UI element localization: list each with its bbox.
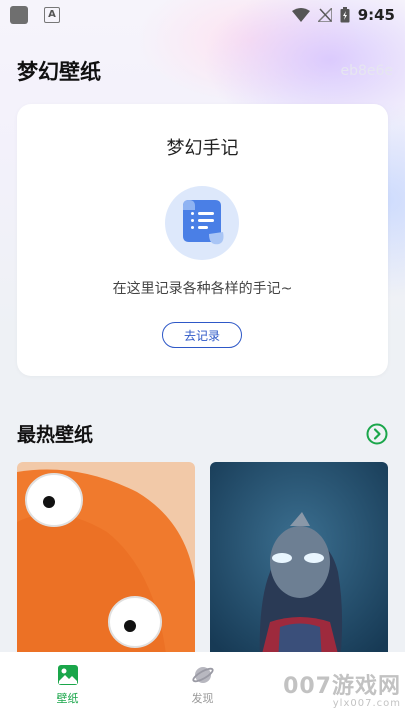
nav-label-wallpaper: 壁纸 [56,692,79,705]
scroll-note-icon [165,186,239,260]
note-card: 梦幻手记 在这里记录各种各样的手记~ 去记录 [17,104,388,376]
watermark-sub-text: ylx007.com [332,698,401,709]
keyboard-a-icon: A [44,7,60,23]
hot-wallpaper-title: 最热壁纸 [17,424,94,446]
notification-square-icon [10,6,28,24]
status-bar: A 9:45 [0,0,405,30]
nav-item-discover[interactable]: 发现 [153,664,253,706]
wifi-icon [291,8,310,22]
app-header: 梦幻壁纸 eb8e6e [17,56,393,86]
note-card-description: 在这里记录各种各样的手记~ [112,281,293,297]
battery-charging-icon [340,7,350,23]
wallpaper-thumbnail-plush[interactable] [17,462,195,662]
no-signal-icon [317,8,332,22]
page-title: 梦幻壁纸 [17,60,101,84]
note-card-title: 梦幻手记 [166,138,239,159]
discover-planet-icon [191,667,214,683]
wallpaper-thumbnail-ultraman[interactable] [210,462,388,662]
nav-item-wallpaper[interactable]: 壁纸 [18,664,118,706]
status-time: 9:45 [357,6,395,24]
site-watermark: 007游戏网 ylx007.com [283,668,401,709]
nav-label-discover: 发现 [191,692,214,705]
arrow-right-circle-icon[interactable] [366,423,388,445]
watermark-main-text: 007游戏网 [283,674,401,699]
go-record-button[interactable]: 去记录 [162,322,242,348]
wallpaper-icon [57,665,78,685]
faded-code-text: eb8e6e [340,63,393,79]
hot-wallpaper-header: 最热壁纸 [17,420,388,447]
